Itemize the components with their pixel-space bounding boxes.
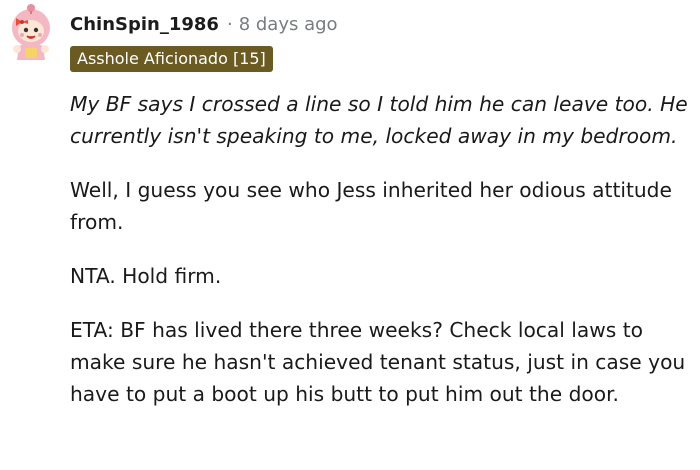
comment-body: My BF says I crossed a line so I told hi… <box>70 88 690 432</box>
snoo-avatar-icon <box>12 4 50 60</box>
comment-paragraph: NTA. Hold firm. <box>70 264 222 288</box>
separator-dot: · <box>226 13 233 35</box>
username[interactable]: ChinSpin_1986 <box>70 14 219 35</box>
comment-paragraph: Well, I guess you see who Jess inherited… <box>70 178 672 234</box>
comment-paragraph: ETA: BF has lived there three weeks? Che… <box>70 318 686 406</box>
comment-header: ChinSpin_1986 · 8 days ago <box>70 10 338 38</box>
quoted-paragraph: My BF says I crossed a line so I told hi… <box>70 92 688 148</box>
user-flair-badge: Asshole Aficionado [15] <box>70 46 273 72</box>
timestamp[interactable]: 8 days ago <box>239 14 338 35</box>
user-avatar[interactable] <box>6 2 56 62</box>
